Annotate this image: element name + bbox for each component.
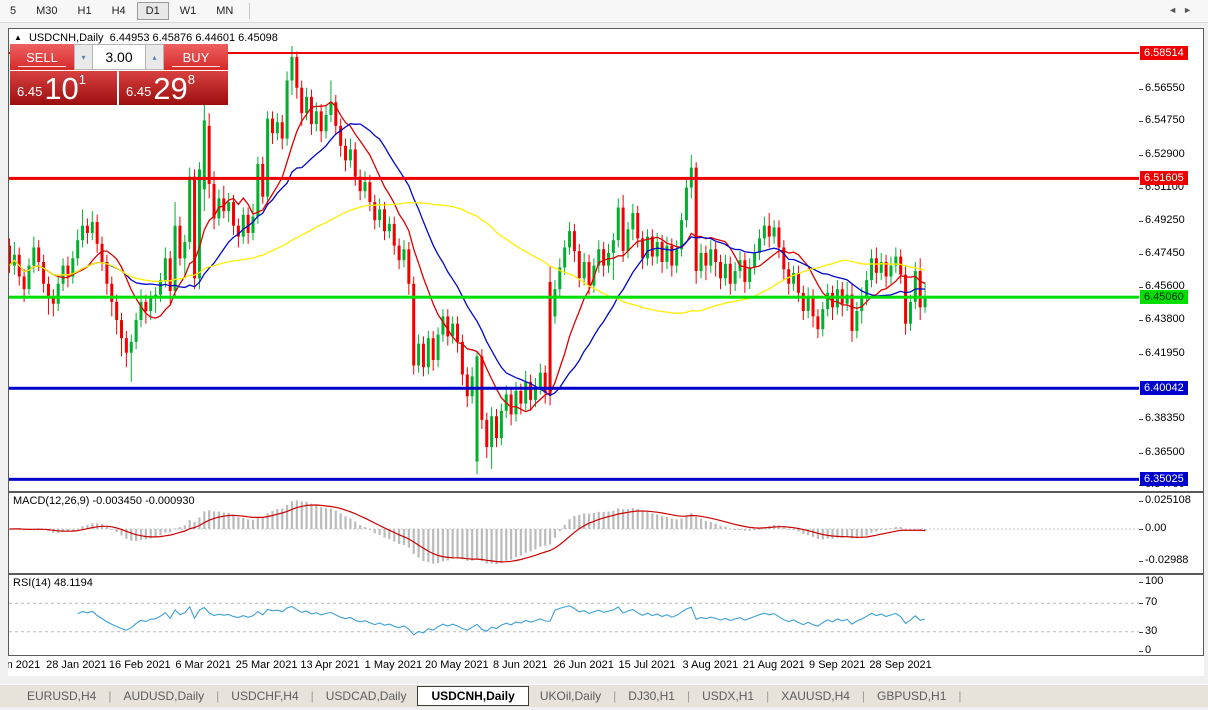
macd-panel[interactable]: MACD(12,26,9) -0.003450 -0.000930: [8, 492, 1140, 574]
tab-scroll-arrows[interactable]: ◄►: [1168, 5, 1198, 15]
price-level-badge: 6.58514: [1140, 46, 1188, 60]
chart-tab-ukoil[interactable]: UKOil,Daily: [529, 687, 612, 705]
timeframe-button-d1[interactable]: D1: [137, 2, 169, 20]
time-axis-label: 9 Sep 2021: [809, 659, 865, 671]
price-level-badge: 6.45060: [1140, 290, 1188, 304]
rsi-axis-label: 0: [1145, 644, 1151, 656]
macd-axis-label: 0.025108: [1145, 494, 1191, 506]
price-level-badge: 6.51605: [1140, 171, 1188, 185]
time-axis-label: 28 Sep 2021: [869, 659, 931, 671]
price-tick-label: 6.49250: [1145, 214, 1185, 226]
price-tick-label: 6.43800: [1145, 313, 1185, 325]
timeframe-button-h1[interactable]: H1: [69, 2, 101, 20]
symbol-name: USDCNH,Daily: [29, 32, 104, 44]
timeframe-button-5[interactable]: 5: [1, 2, 25, 20]
tab-separator: |: [766, 689, 769, 703]
price-tick-label: 6.47450: [1145, 247, 1185, 259]
chart-tab-gbpusd[interactable]: GBPUSD,H1: [866, 687, 957, 705]
rsi-axis-label: 70: [1145, 596, 1157, 608]
price-tick-label: 6.41950: [1145, 347, 1185, 359]
sell-price-big: 10: [44, 75, 78, 102]
timeframe-button-h4[interactable]: H4: [103, 2, 135, 20]
chart-tab-bar: EURUSD,H4|AUDUSD,Daily|USDCHF,H4|USDCAD,…: [0, 684, 1208, 707]
timeframe-button-w1[interactable]: W1: [171, 2, 206, 20]
ohlc-open: 6.44953: [110, 32, 150, 44]
time-axis-label: 15 Jul 2021: [619, 659, 676, 671]
time-axis-label: 21 Aug 2021: [743, 659, 805, 671]
time-axis-label: 28 Jan 2021: [46, 659, 107, 671]
macd-axis-label: 0.00: [1145, 522, 1166, 534]
price-tick-label: 6.54750: [1145, 114, 1185, 126]
timeframe-button-mn[interactable]: MN: [207, 2, 242, 20]
sell-price-box[interactable]: 6.45 10 1: [10, 71, 117, 105]
time-axis-label: 13 Apr 2021: [300, 659, 359, 671]
chart-tab-eurusd[interactable]: EURUSD,H4: [16, 687, 107, 705]
toolbar-separator: [249, 3, 250, 19]
timeframe-button-m30[interactable]: M30: [27, 2, 66, 20]
time-axis: 9 Jan 2021 28 Jan 202116 Feb 2021 6 Mar 20…: [8, 656, 1204, 676]
ohlc-high: 6.45876: [153, 32, 193, 44]
time-axis-label: 6 Mar 2021: [175, 659, 231, 671]
tab-separator: |: [958, 689, 961, 703]
tab-scroll-left-icon[interactable]: ◄: [1168, 5, 1183, 15]
tab-separator: |: [311, 689, 314, 703]
one-click-trade-widget: SELL ▾ 3.00 ▴ BUY 6.45 10 1 6.45 29 8: [10, 44, 228, 105]
chart-tab-usdcad[interactable]: USDCAD,Daily: [315, 687, 418, 705]
price-level-badge: 6.40042: [1140, 381, 1188, 395]
volume-input[interactable]: 3.00: [93, 44, 145, 70]
macd-label: MACD(12,26,9) -0.003450 -0.000930: [13, 495, 195, 507]
chart-tab-usdchf[interactable]: USDCHF,H4: [220, 687, 309, 705]
tab-separator: |: [216, 689, 219, 703]
buy-button[interactable]: BUY: [164, 44, 228, 70]
time-axis-label: 16 Feb 2021: [109, 659, 171, 671]
rsi-axis-label: 30: [1145, 625, 1157, 637]
tab-separator: |: [613, 689, 616, 703]
tab-separator: |: [862, 689, 865, 703]
timeframe-toolbar: 5M30H1H4D1W1MN: [0, 0, 1208, 23]
tab-scroll-right-icon[interactable]: ►: [1183, 5, 1198, 15]
rsi-axis: 100 70 30 0: [1139, 574, 1204, 656]
sell-price-pipette: 1: [79, 72, 86, 87]
macd-axis-label: -0.02988: [1145, 554, 1188, 566]
price-axis: 6.565506.547506.529006.511006.492506.474…: [1139, 28, 1204, 492]
rsi-axis-label: 100: [1145, 575, 1163, 587]
collapse-arrow-icon[interactable]: ▲: [14, 33, 22, 42]
chart-tab-xauusd[interactable]: XAUUSD,H4: [770, 687, 861, 705]
tab-separator: |: [108, 689, 111, 703]
chart-tab-usdx[interactable]: USDX,H1: [691, 687, 765, 705]
buy-price-prefix: 6.45: [126, 84, 151, 99]
symbol-header: ▲ USDCNH,Daily 6.44953 6.45876 6.44601 6…: [14, 32, 278, 44]
time-axis-label: 8 Jun 2021: [493, 659, 547, 671]
time-axis-label: 25 Mar 2021: [236, 659, 298, 671]
time-axis-label: 1 May 2021: [365, 659, 422, 671]
volume-increase-button[interactable]: ▴: [145, 44, 164, 70]
chart-tab-dj30[interactable]: DJ30,H1: [617, 687, 686, 705]
macd-axis: 0.025108 0.00 -0.02988: [1139, 492, 1204, 574]
time-axis-label: 20 May 2021: [425, 659, 489, 671]
price-tick-label: 6.52900: [1145, 148, 1185, 160]
rsi-label: RSI(14) 48.1194: [13, 577, 93, 589]
time-axis-label: 3 Aug 2021: [683, 659, 739, 671]
rsi-panel[interactable]: RSI(14) 48.1194: [8, 574, 1140, 656]
buy-price-pipette: 8: [188, 72, 195, 87]
price-tick-label: 6.38350: [1145, 412, 1185, 424]
time-axis-label: 26 Jun 2021: [553, 659, 614, 671]
chart-tab-audusd[interactable]: AUDUSD,Daily: [112, 687, 215, 705]
price-tick-label: 6.56550: [1145, 82, 1185, 94]
chart-tab-usdcnh[interactable]: USDCNH,Daily: [417, 686, 528, 706]
ohlc-close: 6.45098: [238, 32, 278, 44]
tab-separator: |: [687, 689, 690, 703]
price-tick-label: 6.36500: [1145, 446, 1185, 458]
sell-button[interactable]: SELL: [10, 44, 74, 70]
buy-price-big: 29: [153, 75, 187, 102]
time-axis-label: 9 Jan 2021: [8, 659, 40, 671]
price-level-badge: 6.35025: [1140, 472, 1188, 486]
ohlc-low: 6.44601: [195, 32, 235, 44]
volume-decrease-button[interactable]: ▾: [74, 44, 93, 70]
sell-price-prefix: 6.45: [17, 84, 42, 99]
buy-price-box[interactable]: 6.45 29 8: [119, 71, 228, 105]
